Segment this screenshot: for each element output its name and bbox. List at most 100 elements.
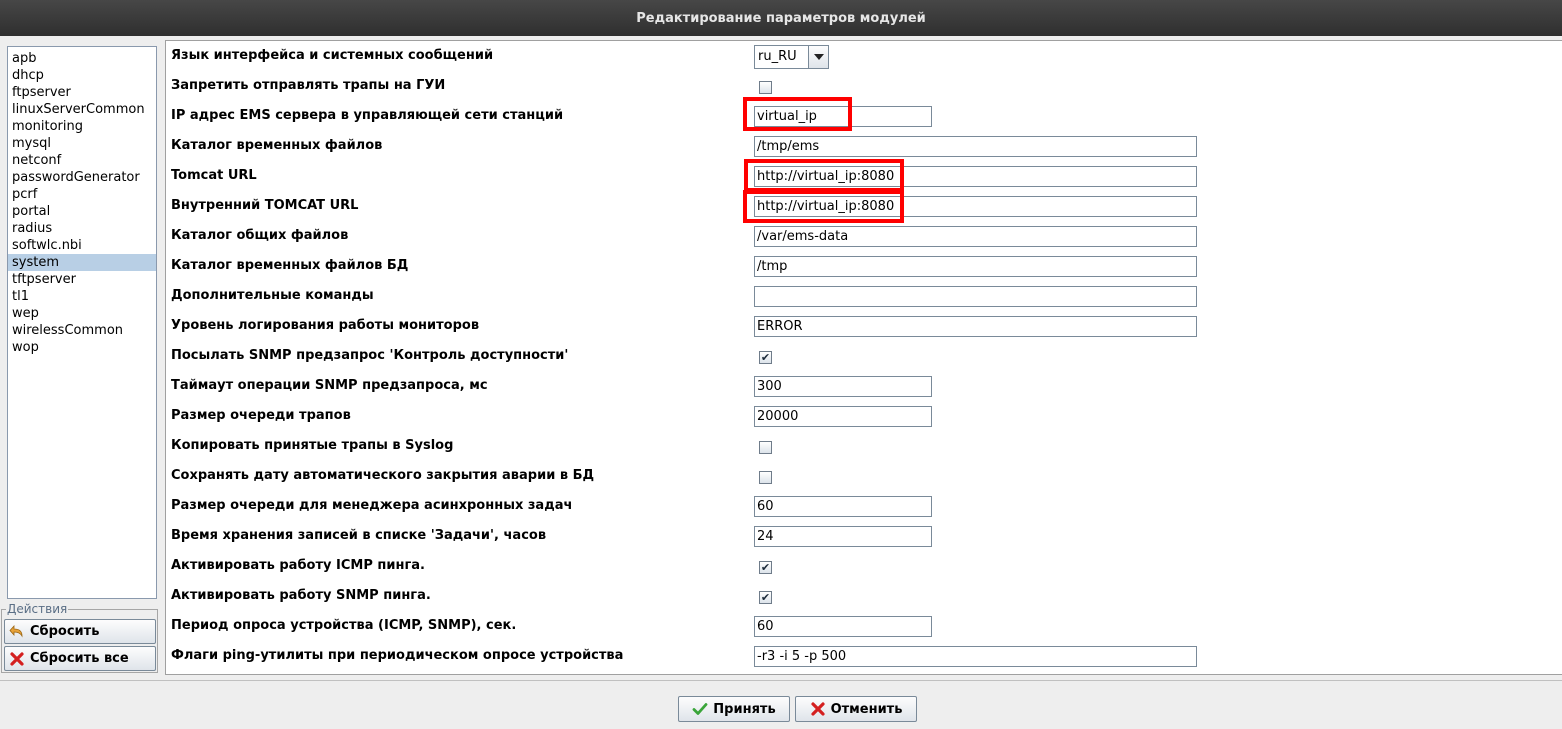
actions-group: Действия Сбросить Сбросить все — [1, 602, 158, 673]
reset-button[interactable]: Сбросить — [4, 619, 156, 644]
window-title-bar: Редактирование параметров модулей — [0, 0, 1562, 36]
setting-text-field[interactable]: http://virtual_ip:8080 — [754, 196, 1197, 217]
setting-label: Активировать работу ICMP пинга. — [171, 558, 425, 573]
settings-row: Дополнительные команды — [166, 281, 1562, 311]
setting-text-field[interactable]: /var/ems-data — [754, 226, 1197, 247]
setting-label: Флаги ping-утилиты при периодическом опр… — [171, 648, 624, 663]
setting-label: Уровень логирования работы мониторов — [171, 318, 480, 333]
module-item-wop[interactable]: wop — [8, 339, 156, 356]
cancel-button[interactable]: Отменить — [795, 696, 917, 722]
module-item-netconf[interactable]: netconf — [8, 152, 156, 169]
module-item-mysql[interactable]: mysql — [8, 135, 156, 152]
settings-row: Активировать работу SNMP пинга. ✔ — [166, 581, 1562, 611]
settings-row: Внутренний TOMCAT URL http://virtual_ip:8… — [166, 191, 1562, 221]
setting-label: Внутренний TOMCAT URL — [171, 198, 359, 213]
setting-checkbox[interactable]: ✔ — [759, 591, 772, 604]
undo-arrow-icon — [9, 624, 25, 640]
module-item-apb[interactable]: apb — [8, 50, 156, 67]
setting-text-field[interactable]: 60 — [754, 616, 932, 637]
setting-checkbox[interactable] — [759, 471, 772, 484]
settings-row: Посылать SNMP предзапрос 'Контроль досту… — [166, 341, 1562, 371]
setting-text-field[interactable]: virtual_ip — [754, 106, 932, 127]
setting-text-field[interactable] — [754, 286, 1197, 307]
module-item-radius[interactable]: radius — [8, 220, 156, 237]
accept-button-label: Принять — [713, 701, 776, 717]
setting-label: Таймаут операции SNMP предзапроса, мс — [171, 378, 488, 393]
module-item-portal[interactable]: portal — [8, 203, 156, 220]
red-x-icon — [810, 701, 826, 717]
module-list[interactable]: apb dhcp ftpserver linuxServerCommon monitor… — [7, 46, 157, 599]
module-item-wirelesscommon[interactable]: wirelessCommon — [8, 322, 156, 339]
setting-checkbox[interactable] — [759, 441, 772, 454]
setting-control — [754, 286, 1197, 307]
setting-checkbox[interactable] — [759, 81, 772, 94]
reset-button-label: Сбросить — [30, 624, 100, 639]
setting-text-field[interactable]: 20000 — [754, 406, 932, 427]
setting-label: Tomcat URL — [171, 168, 257, 183]
setting-label: Каталог временных файлов — [171, 138, 383, 153]
chevron-down-icon[interactable] — [808, 46, 828, 68]
settings-row: Запретить отправлять трапы на ГУИ — [166, 71, 1562, 101]
setting-checkbox[interactable]: ✔ — [759, 561, 772, 574]
setting-text-field[interactable]: 24 — [754, 526, 932, 547]
settings-row: Размер очереди трапов 20000 — [166, 401, 1562, 431]
module-item-passwordgenerator[interactable]: passwordGenerator — [8, 169, 156, 186]
module-item-monitoring[interactable]: monitoring — [8, 118, 156, 135]
settings-row: Уровень логирования работы мониторов ERRO… — [166, 311, 1562, 341]
module-item-dhcp[interactable]: dhcp — [8, 67, 156, 84]
module-item-linuxservercommon[interactable]: linuxServerCommon — [8, 101, 156, 118]
settings-row: Каталог временных файлов/tmp/ems — [166, 131, 1562, 161]
module-item-ftpserver[interactable]: ftpserver — [8, 84, 156, 101]
accept-button[interactable]: Принять — [678, 696, 790, 722]
module-item-tftpserver[interactable]: tftpserver — [8, 271, 156, 288]
red-x-icon — [9, 651, 25, 667]
setting-text-field[interactable]: ERROR — [754, 316, 1197, 337]
settings-row: Копировать принятые трапы в Syslog — [166, 431, 1562, 461]
settings-row: Активировать работу ICMP пинга. ✔ — [166, 551, 1562, 581]
setting-control: 20000 — [754, 406, 932, 427]
settings-row: Tomcat URL http://virtual_ip:8080 — [166, 161, 1562, 191]
module-item-pcrf[interactable]: pcrf — [8, 186, 156, 203]
setting-label: Копировать принятые трапы в Syslog — [171, 438, 454, 453]
settings-row: Язык интерфейса и системных сообщений ru_… — [166, 41, 1562, 71]
setting-control: ru_RU — [754, 45, 829, 69]
reset-all-button[interactable]: Сбросить все — [4, 646, 156, 671]
setting-text-field[interactable]: /tmp/ems — [754, 136, 1197, 157]
settings-row: Каталог общих файлов/var/ems-data — [166, 221, 1562, 251]
setting-control: virtual_ip — [754, 106, 932, 127]
setting-label: Запретить отправлять трапы на ГУИ — [171, 78, 446, 93]
setting-label: Каталог общих файлов — [171, 228, 349, 243]
checkmark-icon — [692, 701, 708, 717]
settings-row: Флаги ping-утилиты при периодическом опр… — [166, 641, 1562, 671]
actions-legend: Действия — [6, 602, 69, 616]
module-item-softwlc-nbi[interactable]: softwlc.nbi — [8, 237, 156, 254]
setting-text-field[interactable]: /tmp — [754, 256, 1197, 277]
setting-label: Посылать SNMP предзапрос 'Контроль досту… — [171, 348, 569, 363]
module-item-system[interactable]: system — [8, 254, 156, 271]
setting-text-field[interactable]: -r3 -i 5 -p 500 — [754, 646, 1197, 667]
window-title: Редактирование параметров модулей — [636, 10, 926, 26]
setting-control: http://virtual_ip:8080 — [754, 166, 1197, 187]
setting-text-field[interactable]: http://virtual_ip:8080 — [754, 166, 1197, 187]
settings-row: Размер очереди для менеджера асинхронных… — [166, 491, 1562, 521]
setting-label: IP адрес EMS сервера в управляющей сети … — [171, 108, 564, 123]
setting-control: /tmp/ems — [754, 136, 1197, 157]
setting-label: Активировать работу SNMP пинга. — [171, 588, 431, 603]
setting-text-field[interactable]: 60 — [754, 496, 932, 517]
module-item-tl1[interactable]: tl1 — [8, 288, 156, 305]
setting-text-field[interactable]: 300 — [754, 376, 932, 397]
setting-checkbox[interactable]: ✔ — [759, 351, 772, 364]
setting-control: /tmp — [754, 256, 1197, 277]
setting-control: /var/ems-data — [754, 226, 1197, 247]
settings-row: Таймаут операции SNMP предзапроса, мс 300 — [166, 371, 1562, 401]
setting-label: Дополнительные команды — [171, 288, 374, 303]
setting-label: Период опроса устройства (ICMP, SNMP), с… — [171, 618, 517, 633]
setting-label: Язык интерфейса и системных сообщений — [171, 48, 494, 63]
settings-panel: Язык интерфейса и системных сообщений ru_… — [165, 40, 1562, 675]
module-item-wep[interactable]: wep — [8, 305, 156, 322]
cancel-button-label: Отменить — [830, 701, 903, 717]
settings-row: Каталог временных файлов БД/tmp — [166, 251, 1562, 281]
language-combobox[interactable]: ru_RU — [754, 45, 829, 69]
setting-control: ERROR — [754, 316, 1197, 337]
reset-all-button-label: Сбросить все — [30, 651, 129, 666]
